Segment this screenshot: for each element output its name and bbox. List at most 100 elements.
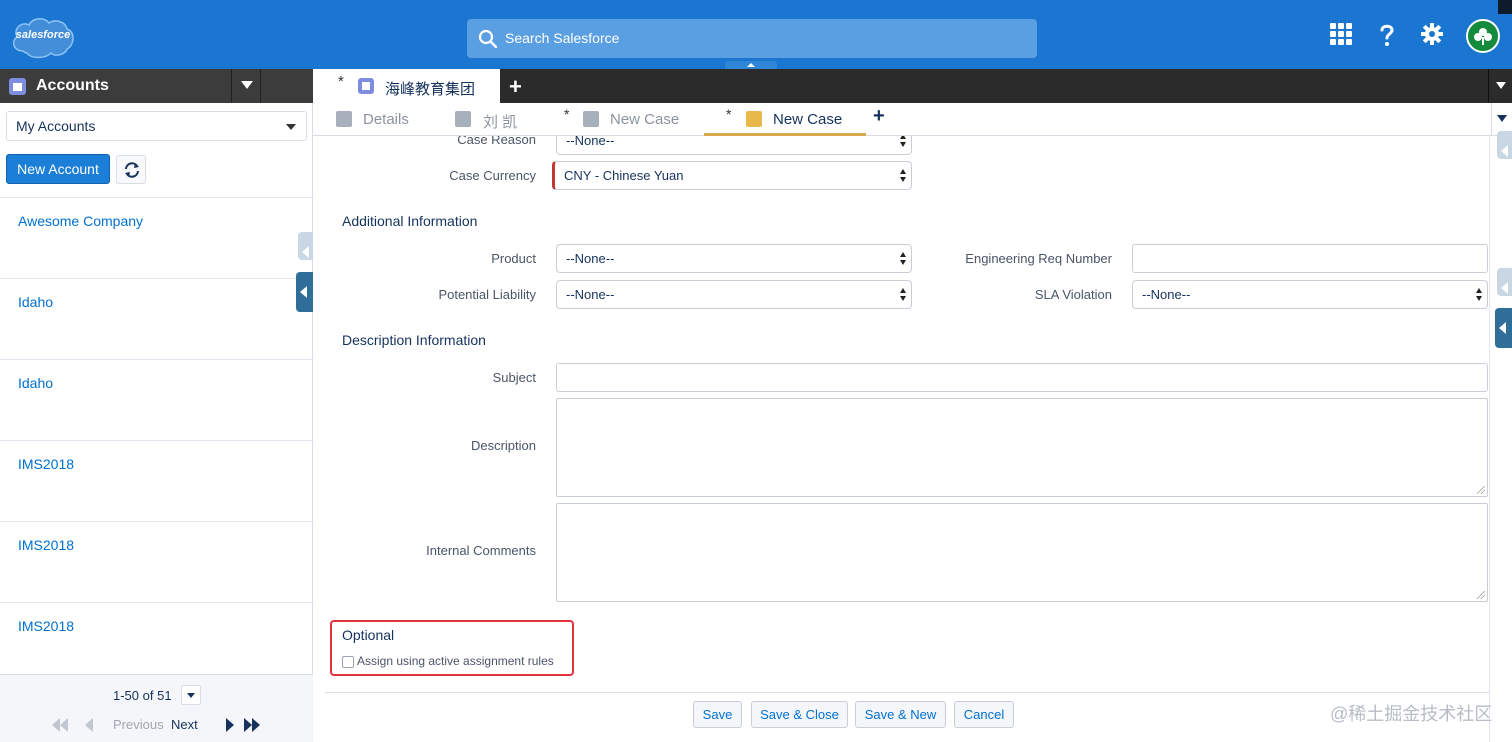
sla-violation-select[interactable]: --None-- [1132,280,1488,309]
potential-liability-value: --None-- [566,287,615,302]
assignment-rules-label[interactable]: Assign using active assignment rules [357,654,554,668]
account-link[interactable]: IMS2018 [18,456,74,472]
save-button[interactable]: Save [693,701,742,728]
account-link[interactable]: Awesome Company [18,213,143,229]
previous-page-icon[interactable] [83,718,93,732]
case-reason-value: --None-- [566,136,615,148]
page-size-dropdown[interactable] [181,685,201,705]
save-new-button[interactable]: Save & New [855,701,946,728]
next-link[interactable]: Next [171,717,198,732]
unsaved-marker: * [564,106,570,122]
user-avatar[interactable] [1466,19,1500,53]
watermark: @稀土掘金技术社区 [1330,704,1493,724]
account-link[interactable]: IMS2018 [18,537,74,553]
global-header: salesforce Search Salesforce [0,0,1512,69]
list-item[interactable]: Awesome Company [0,197,313,278]
list-item[interactable]: Idaho [0,278,313,359]
description-label: Description [470,438,536,453]
optional-heading: Optional [342,627,395,643]
right-resize-handle-top[interactable] [1497,131,1512,159]
add-subtab-button[interactable]: + [873,105,885,128]
subject-label: Subject [492,370,536,385]
subtab-new-case-2[interactable]: * New Case [704,103,866,136]
subtab-new-case-1[interactable]: * New Case [561,103,691,136]
global-search-input[interactable]: Search Salesforce [467,19,1037,58]
next-page-icon[interactable] [226,718,236,732]
sla-violation-value: --None-- [1142,287,1191,302]
account-link[interactable]: Idaho [18,375,53,391]
list-item[interactable]: IMS2018 [0,602,313,683]
refresh-icon [125,162,139,178]
case-reason-label: Case Reason [457,136,536,147]
accounts-header: Accounts [0,69,313,103]
account-link[interactable]: Idaho [18,294,53,310]
subtab-details[interactable]: Details [331,103,441,136]
subtab-bar: Details 刘 凯 * New Case * New Case + [313,103,1512,136]
description-textarea[interactable] [556,398,1488,497]
engineering-req-input[interactable] [1132,244,1488,273]
right-sidebar-rail [1489,136,1512,742]
case-currency-select[interactable]: CNY - Chinese Yuan [552,161,912,190]
subtab-label: New Case [773,111,843,128]
potential-liability-select[interactable]: --None-- [556,280,912,309]
new-account-button[interactable]: New Account [6,154,110,184]
tab-overflow-menu[interactable] [1488,69,1512,103]
additional-info-heading: Additional Information [342,213,478,229]
case-currency-label: Case Currency [449,168,536,183]
first-page-icon[interactable] [52,718,68,732]
clover-icon [1474,28,1492,45]
updown-icon [900,169,906,183]
accounts-sidebar: Accounts My Accounts New Account Awesome… [0,69,313,742]
save-close-button[interactable]: Save & Close [751,701,848,728]
right-resize-handle[interactable] [1497,268,1512,296]
sidebar-collapse-button[interactable] [296,272,313,312]
internal-comments-textarea[interactable] [556,503,1488,602]
previous-link[interactable]: Previous [113,717,164,732]
gear-icon[interactable] [1419,21,1445,47]
list-item[interactable]: IMS2018 [0,440,313,521]
case-currency-value: CNY - Chinese Yuan [564,168,684,183]
product-select[interactable]: --None-- [556,244,912,273]
subtab-contact[interactable]: 刘 凯 [451,103,551,136]
case-reason-select[interactable]: --None-- [556,136,912,155]
cancel-button[interactable]: Cancel [954,701,1014,728]
subtab-label: Details [363,111,409,128]
account-link[interactable]: IMS2018 [18,618,74,634]
add-tab-button[interactable]: + [509,74,522,100]
unsaved-marker: * [338,73,344,90]
accounts-menu-button[interactable] [231,69,261,103]
product-label: Product [491,251,536,266]
optional-section: Optional Assign using active assignment … [330,620,574,676]
new-case-form: Case Reason --None-- Case Currency CNY -… [313,136,1489,742]
potential-liability-label: Potential Liability [438,287,536,302]
apps-grid-icon[interactable] [1328,21,1354,47]
subtab-label: 刘 凯 [483,114,518,131]
salesforce-logo[interactable]: salesforce [9,13,77,61]
accounts-title: Accounts [36,77,109,94]
unsaved-marker: * [726,106,732,122]
list-item[interactable]: IMS2018 [0,521,313,602]
search-icon [478,29,498,49]
pagination-bar: 1-50 of 51 Previous Next [0,674,313,742]
contact-icon [455,111,471,127]
updown-icon [900,252,906,266]
tab-label: 海峰教育集团 [385,81,476,98]
last-page-icon[interactable] [244,718,260,732]
updown-icon [1476,288,1482,302]
accounts-icon [9,78,26,95]
list-item[interactable]: Idaho [0,359,313,440]
subject-input[interactable] [556,363,1488,392]
list-view-label: My Accounts [16,118,96,134]
page-range: 1-50 of 51 [113,688,172,703]
internal-comments-label: Internal Comments [426,543,536,558]
help-icon[interactable] [1374,21,1400,47]
list-view-select[interactable]: My Accounts [6,111,307,141]
logo-text: salesforce [15,29,71,41]
right-sidebar-collapse-button[interactable] [1495,308,1512,348]
tab-account-record[interactable]: * 海峰教育集团 [313,69,500,103]
refresh-button[interactable] [116,155,146,184]
accounts-list: Awesome Company Idaho Idaho IMS2018 IMS2… [0,197,313,683]
assignment-rules-checkbox[interactable] [342,656,354,668]
product-value: --None-- [566,251,615,266]
search-collapse-handle[interactable] [725,61,777,69]
